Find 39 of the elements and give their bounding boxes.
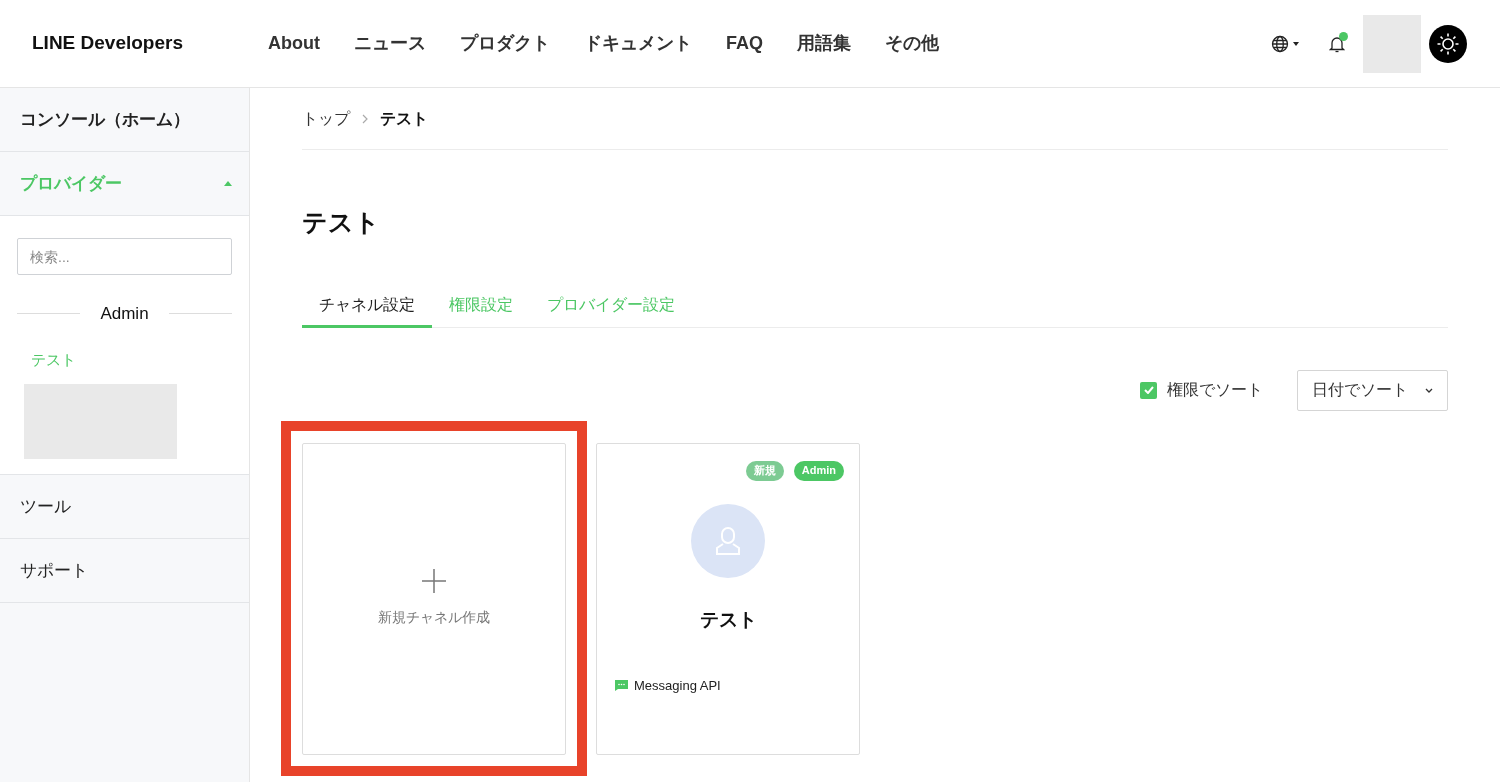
language-button[interactable] — [1271, 34, 1299, 53]
search-field[interactable]: 検索... — [17, 238, 232, 275]
new-channel-card[interactable]: 新規チャネル作成 — [302, 442, 566, 755]
nav-link[interactable]: ニュース — [354, 30, 426, 57]
breadcrumb-link[interactable]: トップ — [302, 106, 350, 131]
channel-card[interactable]: 新規 Admin テスト Messaging API — [596, 442, 860, 755]
nav-link[interactable]: 用語集 — [797, 30, 851, 57]
tag: 新規 — [745, 460, 784, 481]
channel-type: Messaging API — [634, 677, 721, 695]
plus-icon — [422, 569, 446, 593]
page-title: テスト — [302, 207, 381, 238]
tab[interactable]: チャネル設定 — [302, 285, 432, 328]
person-icon — [714, 525, 742, 556]
caret-icon — [1293, 41, 1299, 46]
caret-up-icon — [224, 181, 232, 186]
theme-toggle-button[interactable] — [1429, 24, 1467, 63]
channel-name: テスト — [699, 607, 757, 632]
globe-icon — [1271, 34, 1289, 53]
nav-link[interactable]: FAQ — [726, 30, 763, 57]
sort-by-permission-checkbox[interactable]: 権限でソート — [1140, 378, 1263, 402]
notification-button[interactable] — [1329, 33, 1349, 54]
chat-icon — [615, 680, 628, 692]
sort-dropdown[interactable]: 日付でソート — [1297, 369, 1448, 411]
sidebar-item[interactable]: ツール — [0, 475, 249, 539]
sun-icon — [1436, 31, 1460, 56]
nav-link[interactable]: プロダクト — [460, 30, 550, 57]
nav-link[interactable]: ドキュメント — [584, 30, 692, 57]
nav-link[interactable]: About — [268, 30, 320, 57]
nav-link[interactable]: その他 — [885, 30, 939, 57]
breadcrumb-current: テスト — [380, 108, 428, 129]
chevron-down-icon — [1425, 387, 1433, 393]
chevron-right-icon — [362, 113, 368, 124]
sidebar-item[interactable]: サポート — [0, 539, 249, 603]
tag: Admin — [793, 460, 844, 481]
bell-icon — [1329, 35, 1345, 53]
sidebar-item[interactable]: コンソール（ホーム） — [0, 88, 249, 152]
site-logo[interactable]: LINE Developers — [32, 29, 232, 58]
check-icon — [1143, 386, 1154, 394]
group-heading: Admin — [100, 303, 149, 325]
